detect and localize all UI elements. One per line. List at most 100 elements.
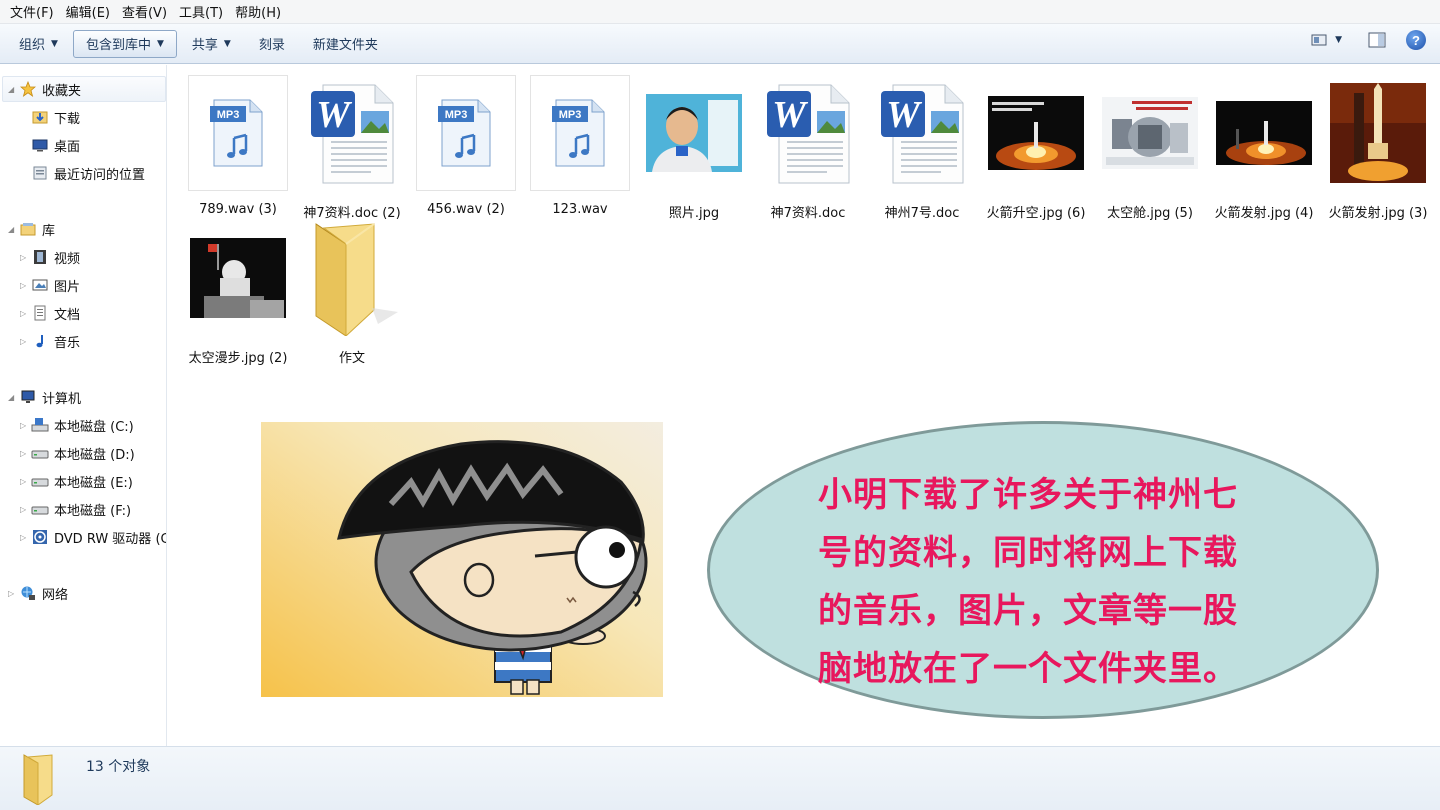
expand-arrow-icon[interactable]: ▷: [20, 449, 30, 458]
expand-arrow-icon[interactable]: ▷: [20, 505, 30, 514]
preview-pane-button[interactable]: [1368, 32, 1386, 48]
menu-tools[interactable]: 工具(T): [173, 2, 229, 21]
sidebar-item-label: 文档: [54, 307, 81, 323]
menu-file[interactable]: 文件(F): [4, 2, 60, 21]
sidebar-item-label: 本地磁盘 (F:): [54, 503, 132, 519]
sidebar-item-disk-d[interactable]: ▷ 本地磁盘 (D:): [20, 441, 135, 465]
file-name: 神7资料.doc: [770, 206, 846, 221]
file-item[interactable]: W 神7资料.doc: [752, 75, 864, 221]
include-in-library-button[interactable]: 包含到库中 ▼: [72, 29, 177, 58]
file-item[interactable]: 火箭发射.jpg (4): [1208, 75, 1320, 221]
file-item[interactable]: 照片.jpg: [638, 75, 750, 221]
expand-arrow-icon[interactable]: ▷: [20, 337, 30, 346]
expand-arrow-icon[interactable]: ▷: [8, 589, 18, 598]
sidebar-item-dvd[interactable]: ▷ DVD RW 驱动器 (G: [20, 525, 166, 549]
sidebar-item-disk-f[interactable]: ▷ 本地磁盘 (F:): [20, 497, 131, 521]
sidebar-item-videos[interactable]: ▷ 视频: [20, 245, 80, 269]
file-item[interactable]: MP3 789.wav (3): [182, 75, 294, 220]
sidebar-item-label: 最近访问的位置: [54, 167, 146, 183]
file-item[interactable]: W 神州7号.doc: [866, 75, 978, 221]
sidebar-item-disk-c[interactable]: ▷ 本地磁盘 (C:): [20, 413, 134, 437]
organize-button[interactable]: 组织 ▼: [6, 30, 71, 58]
sidebar-item-label: 桌面: [54, 139, 81, 155]
file-item[interactable]: W 神7资料.doc (2): [296, 75, 408, 221]
cartoon-boy-illustration: [261, 422, 663, 697]
sidebar-item-label: 本地磁盘 (C:): [54, 419, 134, 435]
sidebar-item-label: 音乐: [54, 335, 81, 351]
sidebar-item-label: 库: [42, 223, 56, 239]
file-item[interactable]: MP3 123.wav: [524, 75, 636, 220]
mp3-file-icon: MP3: [188, 75, 288, 191]
sidebar-item-desktop[interactable]: 桌面: [30, 133, 80, 157]
chevron-down-icon: ▼: [223, 38, 231, 49]
sidebar-item-label: 视频: [54, 251, 81, 267]
file-item[interactable]: 作文: [296, 220, 408, 366]
computer-icon: [18, 388, 38, 406]
sidebar-item-label: 图片: [54, 279, 81, 295]
menu-help[interactable]: 帮助(H): [229, 2, 287, 21]
mp3-badge: MP3: [445, 109, 468, 121]
sidebar-item-disk-e[interactable]: ▷ 本地磁盘 (E:): [20, 469, 133, 493]
help-button[interactable]: ?: [1406, 30, 1426, 50]
sidebar-item-computer[interactable]: ◢ 计算机: [8, 385, 81, 409]
file-name: 火箭发射.jpg (3): [1328, 206, 1428, 221]
file-item[interactable]: 火箭发射.jpg (3): [1322, 75, 1434, 221]
file-item[interactable]: 火箭升空.jpg (6): [980, 75, 1092, 221]
burn-button[interactable]: 刻录: [246, 30, 298, 58]
share-button[interactable]: 共享 ▼: [179, 30, 244, 58]
downloads-folder-icon: [30, 108, 50, 126]
expand-arrow-icon[interactable]: ▷: [20, 281, 30, 290]
sidebar-item-downloads[interactable]: 下载: [30, 105, 80, 129]
pictures-icon: [30, 276, 50, 294]
star-icon: [18, 80, 38, 98]
mp3-badge: MP3: [217, 109, 240, 121]
sidebar-item-documents[interactable]: ▷ 文档: [20, 301, 80, 325]
item-count: 13 个对象: [86, 759, 151, 775]
preview-pane-icon: [1368, 32, 1386, 48]
sidebar-item-recent[interactable]: 最近访问的位置: [30, 161, 145, 185]
navigation-pane: ◢ 收藏夹 下载 桌面 最近访问的位置 ◢ 库 ▷ 视频 ▷ 图片 ▷ 文档 ▷…: [0, 65, 167, 746]
file-item[interactable]: MP3 456.wav (2): [410, 75, 522, 220]
expand-arrow-icon[interactable]: ◢: [8, 225, 18, 234]
word-document-icon: W: [872, 75, 972, 191]
portrait-photo-thumbnail: [644, 75, 744, 191]
mp3-file-icon: MP3: [416, 75, 516, 191]
sidebar-item-label: 计算机: [42, 391, 82, 407]
svg-text:W: W: [886, 94, 923, 136]
file-item[interactable]: 太空舱.jpg (5): [1094, 75, 1206, 221]
expand-arrow-icon[interactable]: ◢: [8, 393, 18, 402]
expand-arrow-icon[interactable]: ▷: [20, 253, 30, 262]
capsule-photo-thumbnail: [1100, 75, 1200, 191]
sidebar-item-pictures[interactable]: ▷ 图片: [20, 273, 80, 297]
expand-arrow-icon[interactable]: ▷: [20, 421, 30, 430]
file-name: 太空漫步.jpg (2): [188, 351, 288, 366]
expand-arrow-icon[interactable]: ◢: [8, 85, 18, 94]
new-folder-label: 新建文件夹: [312, 38, 378, 53]
help-icon: ?: [1406, 30, 1426, 50]
expand-arrow-icon[interactable]: ▷: [20, 477, 30, 486]
change-view-button[interactable]: ▼: [1311, 33, 1342, 47]
hard-drive-icon: [30, 444, 50, 462]
view-icon: [1311, 34, 1327, 46]
menu-edit[interactable]: 编辑(E): [60, 2, 116, 21]
video-icon: [30, 248, 50, 266]
sidebar-item-libraries[interactable]: ◢ 库: [8, 217, 55, 241]
file-item[interactable]: 太空漫步.jpg (2): [182, 220, 294, 366]
sidebar-item-network[interactable]: ▷ 网络: [8, 581, 68, 605]
speech-line: 号的资料，同时将网上下载: [818, 533, 1238, 573]
expand-arrow-icon[interactable]: ▷: [20, 533, 30, 542]
sidebar-item-label: 本地磁盘 (D:): [54, 447, 135, 463]
menu-view[interactable]: 查看(V): [116, 2, 173, 21]
sidebar-item-favorites[interactable]: ◢ 收藏夹: [8, 77, 81, 101]
sidebar-item-music[interactable]: ▷ 音乐: [20, 329, 80, 353]
burn-label: 刻录: [258, 38, 285, 53]
view-controls: ▼ ?: [1297, 30, 1426, 50]
include-library-label: 包含到库中: [85, 38, 151, 53]
details-pane: 13 个对象: [0, 746, 1440, 810]
file-name: 火箭升空.jpg (6): [986, 206, 1086, 221]
sidebar-item-label: 收藏夹: [42, 83, 82, 99]
new-folder-button[interactable]: 新建文件夹: [300, 30, 391, 58]
file-name: 照片.jpg: [668, 206, 720, 221]
chevron-down-icon: ▼: [1335, 35, 1342, 45]
expand-arrow-icon[interactable]: ▷: [20, 309, 30, 318]
